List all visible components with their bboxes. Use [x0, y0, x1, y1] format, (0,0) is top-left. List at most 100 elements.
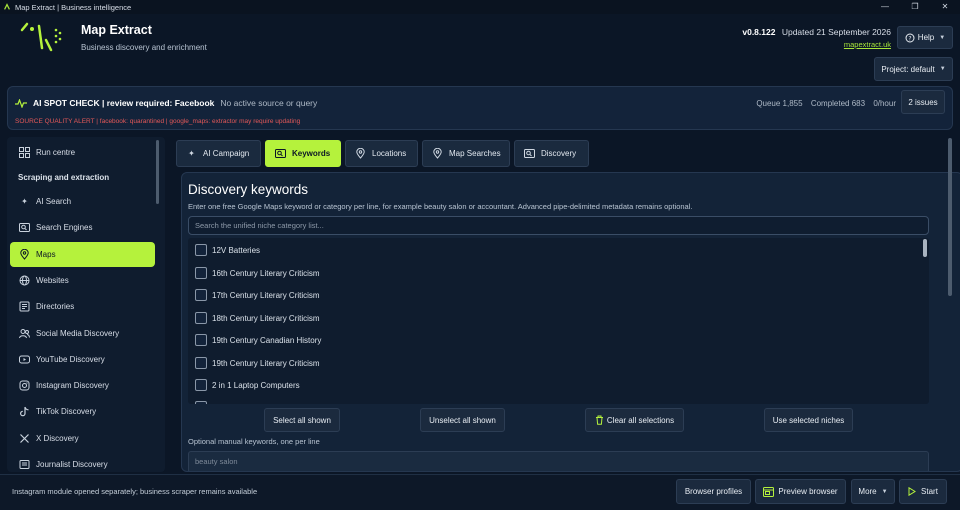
- sidebar-item-journalist-discovery[interactable]: Journalist Discovery: [10, 452, 155, 472]
- rate-label: 0/hour: [873, 99, 896, 108]
- youtube-icon: [19, 354, 30, 365]
- map-pin-icon: [432, 148, 443, 159]
- project-select[interactable]: Project: default ▼: [874, 57, 953, 81]
- tab-label: Keywords: [292, 149, 331, 158]
- tab-map-searches[interactable]: Map Searches: [422, 140, 510, 167]
- sidebar-item-label: Maps: [36, 250, 56, 259]
- checkbox[interactable]: [195, 357, 207, 369]
- website-link[interactable]: mapextract.uk: [742, 40, 891, 49]
- checkbox[interactable]: [195, 244, 207, 256]
- more-menu-button[interactable]: More ▼: [851, 479, 895, 504]
- sidebar-item-search-engines[interactable]: Search Engines: [10, 215, 155, 240]
- sidebar-item-youtube-discovery[interactable]: YouTube Discovery: [10, 347, 155, 372]
- search-engine-icon: [19, 222, 30, 233]
- people-icon: [19, 328, 30, 339]
- niche-category-list: 12V Batteries 16th Century Literary Crit…: [188, 238, 929, 404]
- window-title: Map Extract | Business intelligence: [15, 2, 132, 12]
- checkbox[interactable]: [195, 267, 207, 279]
- app-name: Map Extract: [81, 23, 152, 37]
- browser-profiles-button[interactable]: Browser profiles: [676, 479, 751, 504]
- manual-keywords-input[interactable]: beauty salon: [188, 451, 929, 471]
- discovery-icon: [524, 148, 535, 159]
- help-icon: ?: [905, 33, 915, 42]
- quality-alert: SOURCE QUALITY ALERT | facebook: quarant…: [15, 118, 301, 125]
- directory-icon: [19, 301, 30, 312]
- checkbox[interactable]: [195, 401, 207, 404]
- list-item[interactable]: 12V Batteries: [195, 242, 260, 258]
- list-item[interactable]: 2 in 1 Laptop Computers: [195, 377, 300, 393]
- sidebar-item-label: Websites: [36, 276, 69, 285]
- updated-label: Updated 21 September 2026: [781, 27, 891, 37]
- active-source-status: No active source or query: [220, 98, 318, 108]
- checkbox[interactable]: [195, 334, 207, 346]
- sidebar-section-heading: Scraping and extraction: [18, 173, 110, 182]
- chevron-down-icon: ▼: [939, 66, 946, 72]
- niche-search-input[interactable]: Search the unified niche category list..…: [188, 216, 929, 235]
- sparkle-icon: ✦: [21, 197, 28, 206]
- close-icon[interactable]: ✕: [930, 0, 960, 14]
- sidebar-item-label: Instagram Discovery: [36, 381, 109, 390]
- sidebar-item-directories[interactable]: Directories: [10, 294, 155, 319]
- alert-title-row: AI SPOT CHECK | review required: Faceboo…: [15, 98, 317, 108]
- sidebar-item-websites[interactable]: Websites: [10, 268, 155, 293]
- main-scrollbar[interactable]: [948, 138, 952, 296]
- unselect-all-button[interactable]: Unselect all shown: [420, 408, 505, 432]
- list-scrollbar[interactable]: [923, 239, 927, 257]
- help-button[interactable]: ? Help ▼: [897, 26, 953, 49]
- manual-keywords-label: Optional manual keywords, one per line: [188, 437, 320, 446]
- list-item-label: 17th Century Literary Criticism: [212, 290, 320, 300]
- list-item[interactable]: [195, 399, 212, 404]
- sidebar-item-tiktok-discovery[interactable]: TikTok Discovery: [10, 399, 155, 424]
- list-item-label: 12V Batteries: [212, 245, 261, 255]
- sidebar-item-maps[interactable]: Maps: [10, 242, 155, 267]
- sidebar-item-ai-search[interactable]: ✦ AI Search: [10, 189, 155, 214]
- list-item-label: 2 in 1 Laptop Computers: [212, 380, 300, 390]
- keywords-icon: [275, 148, 286, 159]
- x-icon: [19, 433, 30, 444]
- checkbox[interactable]: [195, 289, 207, 301]
- status-message: Instagram module opened separately; busi…: [12, 487, 258, 496]
- sidebar-item-instagram-discovery[interactable]: Instagram Discovery: [10, 373, 155, 398]
- sidebar-item-label: Run centre: [36, 148, 76, 157]
- list-item[interactable]: 16th Century Literary Criticism: [195, 265, 320, 281]
- tab-keywords[interactable]: Keywords: [265, 140, 341, 167]
- chevron-down-icon: ▼: [881, 488, 888, 495]
- list-item[interactable]: 19th Century Canadian History: [195, 332, 321, 348]
- select-all-button[interactable]: Select all shown: [264, 408, 340, 432]
- trash-icon: [595, 415, 603, 425]
- checkbox[interactable]: [195, 379, 207, 391]
- list-item[interactable]: 18th Century Literary Criticism: [195, 310, 320, 326]
- activity-icon: [15, 98, 27, 108]
- sidebar-item-label: Journalist Discovery: [36, 460, 108, 469]
- sidebar-item-run-centre[interactable]: Run centre: [10, 140, 155, 165]
- list-item[interactable]: 19th Century Literary Criticism: [195, 355, 320, 371]
- app-tagline: Business discovery and enrichment: [81, 43, 207, 52]
- checkbox[interactable]: [195, 312, 207, 324]
- minimize-icon[interactable]: —: [870, 0, 900, 14]
- tab-discovery[interactable]: Discovery: [514, 140, 589, 167]
- more-label: More: [858, 487, 877, 496]
- queue-stats: Queue 1,855 Completed 683 0/hour: [750, 99, 896, 108]
- sidebar-item-x-discovery[interactable]: X Discovery: [10, 426, 155, 451]
- tab-ai-campaign[interactable]: ✦ AI Campaign: [176, 140, 261, 167]
- sidebar-item-social-media-discovery[interactable]: Social Media Discovery: [10, 321, 155, 346]
- clear-selections-button[interactable]: Clear all selections: [585, 408, 684, 432]
- issues-button[interactable]: 2 issues: [901, 90, 945, 114]
- sidebar-scrollbar[interactable]: [156, 140, 159, 204]
- maximize-icon[interactable]: ❐: [900, 0, 930, 14]
- app-icon: [4, 3, 10, 10]
- use-selected-button[interactable]: Use selected niches: [764, 408, 853, 432]
- list-item[interactable]: 17th Century Literary Criticism: [195, 287, 320, 303]
- sidebar-item-label: Directories: [36, 302, 75, 311]
- help-label: Help: [917, 33, 935, 42]
- tab-locations[interactable]: Locations: [345, 140, 418, 167]
- status-bar: Instagram module opened separately; busi…: [0, 474, 960, 510]
- start-button[interactable]: Start: [899, 479, 947, 504]
- panel-description: Enter one free Google Maps keyword or ca…: [188, 202, 693, 211]
- clear-selections-label: Clear all selections: [606, 415, 675, 425]
- panel-title: Discovery keywords: [188, 182, 309, 197]
- version-label: v0.8.122: [742, 27, 776, 37]
- version-info: v0.8.122 Updated 21 September 2026 mapex…: [742, 27, 891, 49]
- keywords-panel: Discovery keywords Enter one free Google…: [181, 172, 960, 472]
- preview-browser-button[interactable]: Preview browser: [755, 479, 846, 504]
